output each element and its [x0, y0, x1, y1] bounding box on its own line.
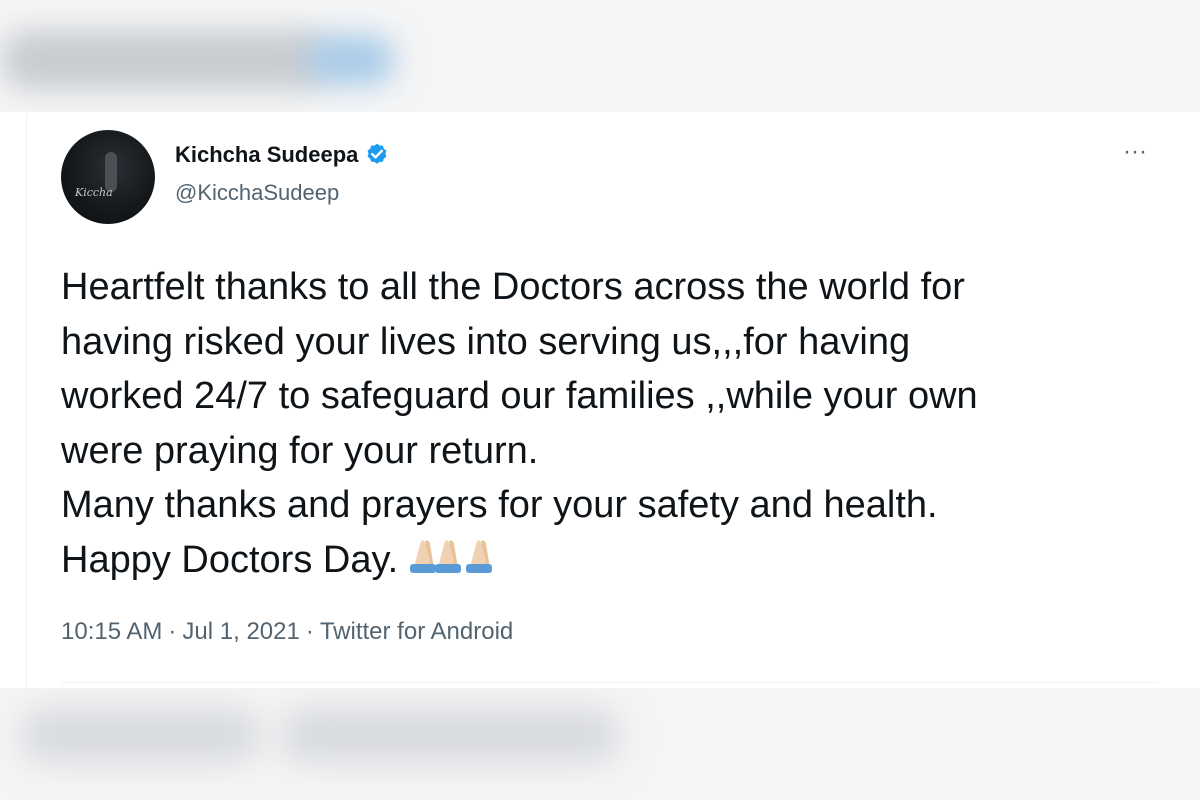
tweet-text: Heartfelt thanks to all the Doctors acro… [61, 260, 1171, 589]
tweet-card: Kiccha Kichcha Sudeepa @KicchaSudeep ···… [26, 114, 1200, 688]
blurred-header [0, 0, 1200, 112]
author-display-name[interactable]: Kichcha Sudeepa [175, 142, 358, 168]
blurred-header-button [305, 35, 395, 85]
author-handle[interactable]: @KicchaSudeep [175, 180, 339, 206]
meta-separator: · [305, 618, 314, 645]
avatar-signature: Kiccha [75, 186, 113, 199]
tweet-meta: 10:15 AM · Jul 1, 2021 · Twitter for And… [61, 618, 513, 646]
meta-separator: · [168, 618, 177, 645]
blurred-footer-text [280, 708, 620, 763]
author-name-row: Kichcha Sudeepa [175, 142, 390, 168]
folded-hands-icon [408, 534, 464, 590]
avatar[interactable]: Kiccha [61, 130, 155, 224]
blurred-footer [0, 688, 1200, 800]
more-options-button[interactable]: ··· [1115, 140, 1155, 166]
verified-badge-icon [364, 142, 390, 168]
tweet-time[interactable]: 10:15 AM [61, 618, 162, 646]
divider [61, 682, 1157, 683]
screenshot-page: Kiccha Kichcha Sudeepa @KicchaSudeep ···… [0, 0, 1200, 800]
folded-hands-icon [464, 534, 520, 590]
tweet-date[interactable]: Jul 1, 2021 [182, 618, 299, 646]
blurred-header-text [0, 30, 330, 90]
blurred-footer-text [20, 708, 260, 763]
tweet-source[interactable]: Twitter for Android [320, 618, 513, 646]
